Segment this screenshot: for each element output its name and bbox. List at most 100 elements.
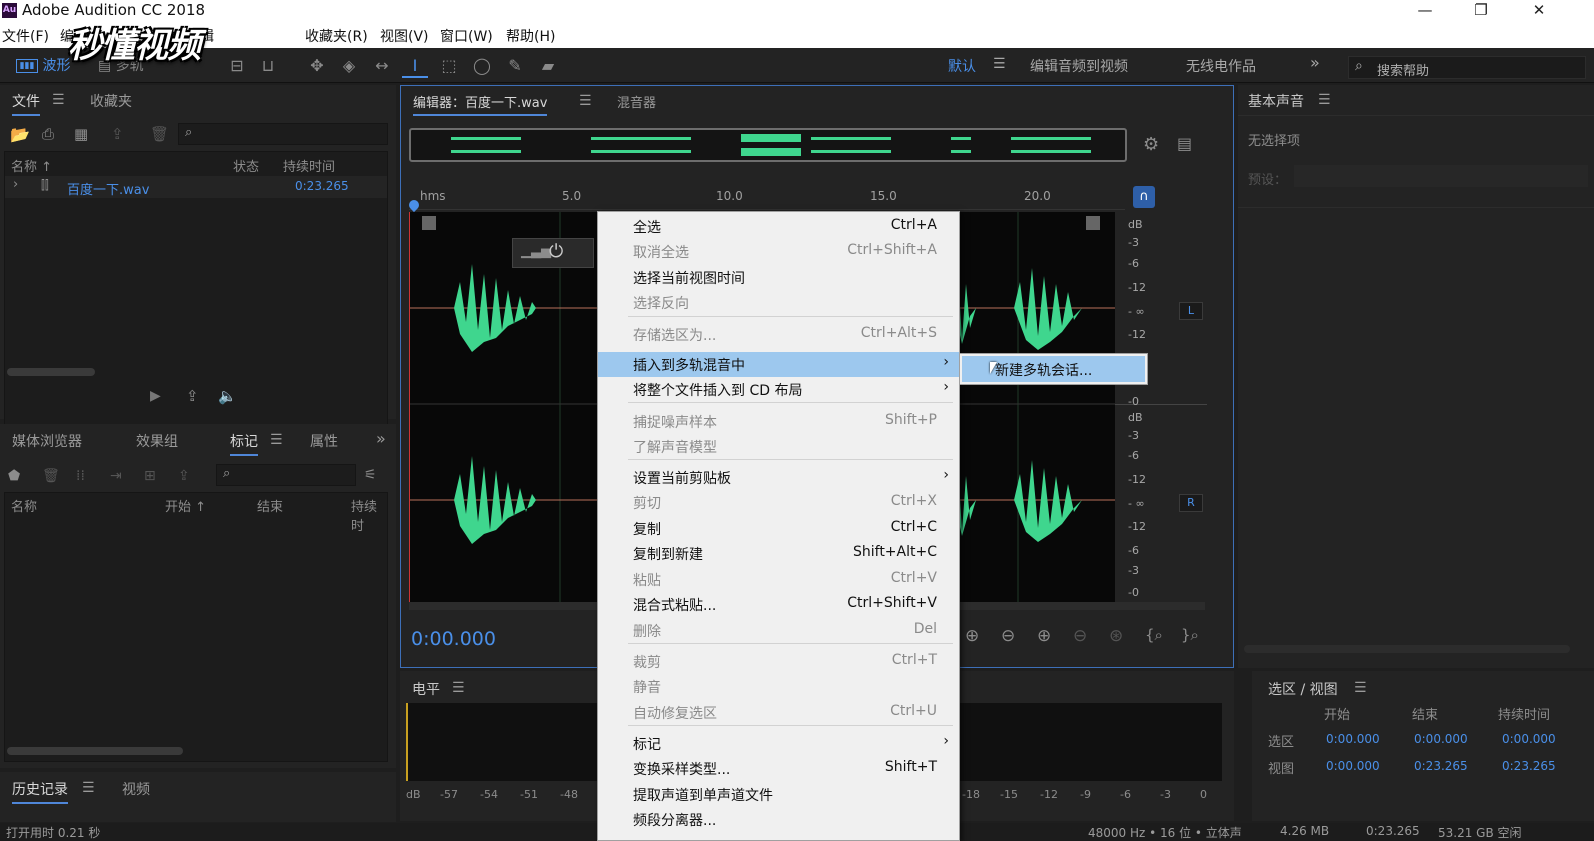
- marker-filter-icon[interactable]: ⚟: [364, 467, 377, 483]
- time-selection-tool-icon[interactable]: I: [402, 54, 428, 78]
- menu-view[interactable]: 视图(V): [380, 26, 429, 46]
- tab-effects-group[interactable]: 效果组: [136, 431, 178, 451]
- history-panel-menu-icon[interactable]: ☰: [82, 780, 95, 796]
- panel-more-icon[interactable]: »: [376, 429, 386, 448]
- tab-video[interactable]: 视频: [122, 779, 150, 799]
- tab-favorites[interactable]: 收藏夹: [90, 91, 132, 111]
- workspace-menu-icon[interactable]: ☰: [993, 56, 1006, 72]
- minimize-button[interactable]: —: [1402, 0, 1448, 22]
- channel-right-toggle[interactable]: R: [1179, 494, 1203, 512]
- context-menu-item[interactable]: 将整个文件插入到 CD 布局 ›: [598, 377, 959, 402]
- column-marker-end[interactable]: 结束: [257, 496, 283, 515]
- close-button[interactable]: ✕: [1516, 0, 1562, 22]
- autoplay-speaker-icon[interactable]: 🔈: [218, 387, 237, 405]
- column-marker-start[interactable]: 开始 ↑: [165, 496, 206, 515]
- help-search-input[interactable]: 搜索帮助: [1377, 60, 1429, 79]
- tab-media-browser[interactable]: 媒体浏览器: [12, 431, 82, 451]
- spot-healing-tool-icon[interactable]: ▰: [535, 54, 561, 78]
- context-menu-item[interactable]: 选择当前视图时间: [598, 265, 959, 290]
- add-marker-icon[interactable]: ⬟: [8, 468, 20, 484]
- marquee-tool-icon[interactable]: ⬚: [436, 54, 462, 78]
- context-menu-item[interactable]: 复制到新建 Shift+Alt+C: [598, 541, 959, 566]
- help-search-field[interactable]: ⌕ 搜索帮助: [1348, 56, 1586, 79]
- context-menu-item[interactable]: 频段分离器...: [598, 807, 959, 832]
- selection-end[interactable]: 0:00.000: [1414, 732, 1468, 746]
- insert-into-playlist-icon[interactable]: ⇥: [110, 468, 122, 484]
- channel-left-toggle[interactable]: L: [1179, 302, 1203, 320]
- essential-sound-scrollbar[interactable]: [1244, 645, 1570, 653]
- razor-tool-icon[interactable]: ◈: [336, 54, 362, 78]
- new-file-icon[interactable]: ▦: [74, 125, 88, 143]
- batch-process-icon[interactable]: ⇪: [178, 468, 190, 484]
- delete-file-icon[interactable]: 🗑: [150, 125, 169, 143]
- move-tool-icon[interactable]: ✥: [304, 54, 330, 78]
- tab-mixer[interactable]: 混音器: [617, 92, 656, 111]
- zoom-in-time-icon[interactable]: ⊕: [1037, 626, 1051, 646]
- files-search-input[interactable]: ⌕: [178, 123, 388, 145]
- zoom-in-amplitude-icon[interactable]: ⊕: [965, 626, 979, 646]
- selection-start[interactable]: 0:00.000: [1326, 732, 1380, 746]
- volume-knob-icon[interactable]: ⏻: [549, 241, 563, 262]
- context-menu-item[interactable]: 全选 Ctrl+A: [598, 214, 959, 239]
- editor-menu-icon[interactable]: ☰: [579, 93, 592, 109]
- context-menu-item[interactable]: 变换采样类型... Shift+T: [598, 756, 959, 781]
- preset-dropdown[interactable]: [1294, 165, 1588, 187]
- table-row[interactable]: › ⫿⫿ 百度一下.wav 0:23.265: [5, 176, 387, 198]
- snap-magnet-icon[interactable]: ∩: [1133, 186, 1155, 208]
- files-horizontal-scrollbar[interactable]: [7, 368, 95, 376]
- time-ruler[interactable]: [409, 184, 1125, 210]
- menu-favorites[interactable]: 收藏夹(R): [305, 26, 368, 46]
- open-file-icon[interactable]: 📂: [10, 125, 30, 144]
- markers-horizontal-scrollbar[interactable]: [7, 747, 183, 755]
- current-time-display[interactable]: 0:00.000: [411, 628, 496, 650]
- column-name[interactable]: 名称 ↑: [11, 156, 52, 175]
- column-marker-duration[interactable]: 持续时: [351, 496, 387, 534]
- restore-button[interactable]: ❐: [1458, 0, 1504, 22]
- merge-markers-icon[interactable]: ⁞⁞: [76, 468, 85, 484]
- tab-properties[interactable]: 属性: [310, 431, 338, 451]
- markers-search-input[interactable]: ⌕: [216, 464, 356, 486]
- workspace-radio[interactable]: 无线电作品: [1186, 56, 1256, 76]
- overview-menu-icon[interactable]: ▤: [1177, 134, 1192, 153]
- levels-menu-icon[interactable]: ☰: [452, 680, 465, 696]
- column-status[interactable]: 状态: [233, 156, 259, 175]
- import-file-icon[interactable]: ⎙: [42, 125, 54, 143]
- tab-history[interactable]: 历史记录: [12, 779, 68, 804]
- workspace-more-icon[interactable]: »: [1310, 53, 1320, 72]
- zoom-in-point-icon[interactable]: {⌕: [1145, 626, 1163, 644]
- context-menu-item[interactable]: 混合式粘贴... Ctrl+Shift+V: [598, 592, 959, 617]
- brush-tool-icon[interactable]: ✎: [502, 54, 528, 78]
- delete-marker-icon[interactable]: 🗑: [42, 468, 60, 484]
- context-menu-item[interactable]: 标记 ›: [598, 731, 959, 756]
- workspace-edit-audio-video[interactable]: 编辑音频到视频: [1030, 56, 1128, 76]
- overview-waveform[interactable]: [409, 128, 1127, 162]
- column-duration[interactable]: 持续时间: [283, 156, 335, 175]
- insert-file-icon[interactable]: ⇪: [111, 125, 124, 143]
- menu-help[interactable]: 帮助(H): [506, 26, 555, 46]
- context-menu-item[interactable]: 插入到多轨混音中 ›: [598, 352, 959, 377]
- tab-markers[interactable]: 标记: [230, 431, 258, 456]
- markers-panel-menu-icon[interactable]: ☰: [270, 432, 283, 448]
- spectral-icon[interactable]: ⊔: [255, 54, 281, 78]
- zoom-settings-icon[interactable]: ⚙: [1143, 134, 1159, 155]
- zoom-selection-icon[interactable]: ⊛: [1109, 626, 1123, 646]
- meter-icon[interactable]: ⊟: [224, 54, 250, 78]
- context-menu-item[interactable]: 提取声道到单声道文件: [598, 782, 959, 807]
- workspace-default[interactable]: 默认: [948, 56, 976, 76]
- lasso-tool-icon[interactable]: ◯: [469, 54, 495, 78]
- menu-window[interactable]: 窗口(W): [440, 26, 493, 46]
- view-start[interactable]: 0:00.000: [1326, 759, 1380, 773]
- export-selection-icon[interactable]: ⊞: [144, 468, 156, 484]
- zoom-out-time-icon[interactable]: ⊖: [1073, 626, 1087, 646]
- context-menu-item[interactable]: 设置当前剪贴板 ›: [598, 465, 959, 490]
- loop-export-icon[interactable]: ⇪: [186, 387, 199, 405]
- slip-tool-icon[interactable]: ↔: [369, 54, 395, 78]
- expand-chevron-icon[interactable]: ›: [13, 177, 18, 192]
- play-icon[interactable]: ▶: [150, 388, 161, 404]
- zoom-out-amplitude-icon[interactable]: ⊖: [1001, 626, 1015, 646]
- selection-view-menu-icon[interactable]: ☰: [1354, 680, 1367, 696]
- view-end[interactable]: 0:23.265: [1414, 759, 1468, 773]
- zoom-out-full-icon[interactable]: }⌕: [1181, 626, 1199, 644]
- essential-sound-menu-icon[interactable]: ☰: [1318, 92, 1331, 108]
- files-panel-menu-icon[interactable]: ☰: [52, 92, 65, 108]
